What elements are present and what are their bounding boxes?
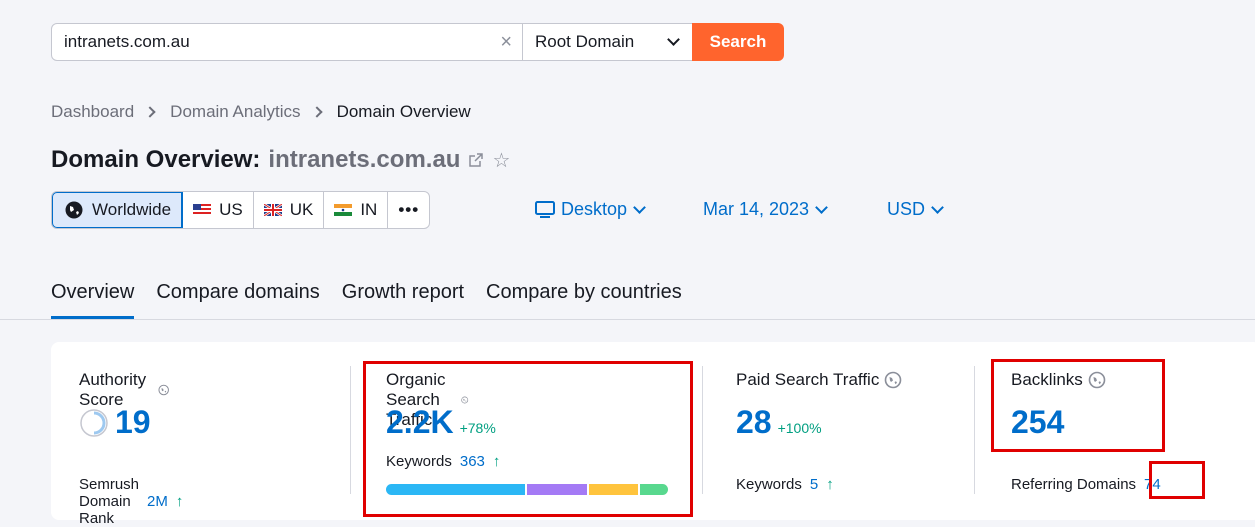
highlight-box-organic <box>363 361 693 517</box>
globe-info-icon[interactable] <box>884 371 902 389</box>
region-uk[interactable]: UK <box>254 192 325 228</box>
paid-traffic-value[interactable]: 28 <box>736 404 772 441</box>
domain-rank-value[interactable]: 2M <box>147 493 168 510</box>
paid-traffic-label: Paid Search Traffic <box>736 370 880 389</box>
region-selector: Worldwide US UK IN ••• <box>51 191 431 229</box>
close-icon[interactable]: × <box>500 31 512 54</box>
chevron-down-icon <box>667 33 680 46</box>
desktop-icon <box>535 200 555 218</box>
external-link-icon[interactable] <box>468 152 484 168</box>
breadcrumb-domain-analytics[interactable]: Domain Analytics <box>170 102 300 122</box>
star-icon[interactable]: ☆ <box>492 148 510 173</box>
breadcrumb: Dashboard Domain Analytics Domain Overvi… <box>51 102 471 122</box>
referring-domains-label: Referring Domains <box>1011 476 1137 493</box>
highlight-box-backlinks <box>991 359 1165 452</box>
globe-info-icon[interactable] <box>158 381 169 399</box>
domain-search-bar: intranets.com.au × Root Domain Search <box>51 23 784 61</box>
metric-label: Paid Search Traffic <box>736 370 902 390</box>
chevron-right-icon <box>310 106 323 118</box>
region-worldwide[interactable]: Worldwide <box>52 192 184 228</box>
arrow-up-icon: ↑ <box>175 493 184 510</box>
paid-keywords: Keywords 5 ↑ <box>736 476 834 493</box>
scope-select-value: Root Domain <box>535 32 635 51</box>
page-title: Domain Overview: intranets.com.au ☆ <box>51 146 510 174</box>
paid-traffic-delta: +100% <box>777 420 822 436</box>
date-filter-value: Mar 14, 2023 <box>703 199 810 219</box>
authority-gauge-icon <box>80 408 108 437</box>
tab-compare-by-countries[interactable]: Compare by countries <box>486 281 682 319</box>
us-flag-icon <box>193 204 212 216</box>
scope-select[interactable]: Root Domain <box>523 23 693 61</box>
more-icon: ••• <box>398 200 420 219</box>
tab-overview[interactable]: Overview <box>51 281 135 319</box>
domain-rank-label: Semrush Domain Rank <box>79 476 140 527</box>
region-label: Worldwide <box>92 200 172 219</box>
domain-rank: Semrush Domain Rank 2M ↑ <box>79 476 183 527</box>
metric-divider <box>702 366 703 494</box>
chevron-down-icon <box>815 200 828 214</box>
chevron-down-icon <box>633 200 646 214</box>
more-regions-button[interactable]: ••• <box>388 192 429 228</box>
region-label: IN <box>360 200 378 219</box>
search-button[interactable]: Search <box>692 23 784 61</box>
device-filter-value: Desktop <box>561 199 628 219</box>
arrow-up-icon: ↑ <box>826 476 834 493</box>
globe-icon <box>65 201 83 219</box>
date-filter[interactable]: Mar 14, 2023 <box>703 199 830 220</box>
domain-search-input[interactable]: intranets.com.au × <box>51 23 523 61</box>
tab-compare-domains[interactable]: Compare domains <box>156 281 319 319</box>
breadcrumb-current: Domain Overview <box>336 102 471 121</box>
currency-filter[interactable]: USD <box>887 199 946 220</box>
region-label: US <box>219 200 243 219</box>
paid-keywords-value[interactable]: 5 <box>810 476 818 493</box>
region-label: UK <box>289 200 314 219</box>
breadcrumb-dashboard[interactable]: Dashboard <box>51 102 134 122</box>
india-flag-icon <box>334 204 353 216</box>
paid-traffic-value-wrap: 28 +100% <box>736 404 822 441</box>
domain-search-value[interactable]: intranets.com.au <box>64 32 500 52</box>
chevron-right-icon <box>144 106 156 118</box>
paid-keywords-label: Keywords <box>736 476 802 493</box>
highlight-box-referring-domains <box>1149 461 1205 499</box>
page-title-prefix: Domain Overview: <box>51 146 261 173</box>
report-tabs: Overview Compare domains Growth report C… <box>51 281 682 319</box>
region-in[interactable]: IN <box>324 192 389 228</box>
metric-divider <box>974 366 975 494</box>
device-filter[interactable]: Desktop <box>535 199 648 220</box>
referring-domains: Referring Domains 74 <box>1011 476 1161 493</box>
authority-score-value-wrap: 19 <box>79 404 151 441</box>
authority-score-value[interactable]: 19 <box>115 404 151 441</box>
chevron-down-icon <box>931 200 944 214</box>
tab-growth-report[interactable]: Growth report <box>342 281 464 319</box>
region-us[interactable]: US <box>183 192 254 228</box>
tabs-divider <box>0 319 1255 320</box>
currency-filter-value: USD <box>887 199 926 219</box>
page-title-domain[interactable]: intranets.com.au <box>268 146 460 174</box>
uk-flag-icon <box>263 204 282 216</box>
metric-divider <box>350 366 351 494</box>
